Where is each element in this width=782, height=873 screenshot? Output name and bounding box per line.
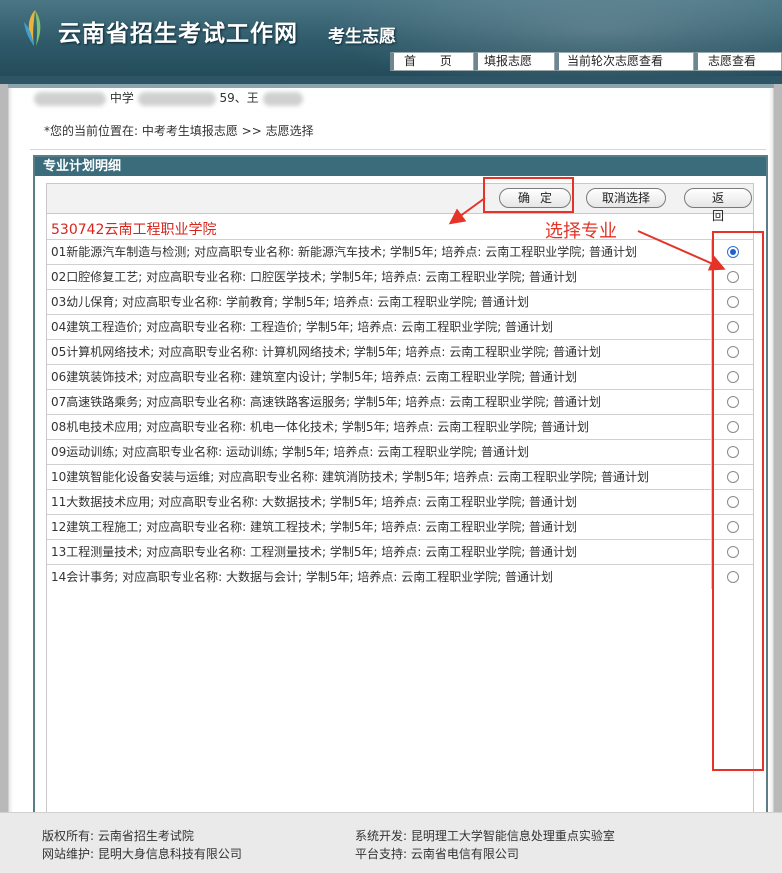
major-description: 07高速铁路乘务; 对应高职专业名称: 高速铁路客运服务; 学制5年; 培养点:… [47, 390, 712, 414]
site-title: 云南省招生考试工作网 [58, 21, 298, 47]
major-plan-table-box: 确定 取消选择 返回 530742云南工程职业学院 01新能源汽车制造与检测; … [46, 183, 754, 846]
frame-subbar [8, 84, 774, 88]
user-school-fragment: 中学 [109, 91, 134, 105]
major-description: 13工程测量技术; 对应高职专业名称: 工程测量技术; 学制5年; 培养点: 云… [47, 540, 712, 564]
site-header: 云南省招生考试工作网 考生志愿 首 页 填报志愿 当前轮次志愿查看 志愿查看 [0, 0, 782, 76]
footer-copyright: 版权所有: 云南省招生考试院 [42, 829, 194, 843]
annotation-radio-column-highlight [712, 231, 764, 771]
user-info: 中学 59、王 [34, 89, 303, 106]
page-frame: 中学 59、王 *您的当前位置在: 中考考生填报志愿 >> 志愿选择 专业计划明… [0, 76, 782, 873]
cancel-selection-button-top[interactable]: 取消选择 [586, 188, 666, 208]
nav-application-view[interactable]: 志愿查看 [694, 52, 782, 71]
button-bar-top: 确定 取消选择 返回 [47, 184, 753, 223]
nav-home[interactable]: 首 页 [390, 52, 474, 71]
major-description: 03幼儿保育; 对应高职专业名称: 学前教育; 学制5年; 培养点: 云南工程职… [47, 290, 712, 314]
panel-title: 专业计划明细 [35, 157, 766, 176]
major-row: 09运动训练; 对应高职专业名称: 运动训练; 学制5年; 培养点: 云南工程职… [47, 439, 753, 464]
major-description: 10建筑智能化设备安装与运维; 对应高职专业名称: 建筑消防技术; 学制5年; … [47, 465, 712, 489]
site-logo-icon [24, 10, 41, 46]
major-description: 01新能源汽车制造与检测; 对应高职专业名称: 新能源汽车技术; 学制5年; 培… [47, 240, 712, 264]
major-row: 05计算机网络技术; 对应高职专业名称: 计算机网络技术; 学制5年; 培养点:… [47, 339, 753, 364]
major-description: 04建筑工程造价; 对应高职专业名称: 工程造价; 学制5年; 培养点: 云南工… [47, 315, 712, 339]
major-row: 02口腔修复工艺; 对应高职专业名称: 口腔医学技术; 学制5年; 培养点: 云… [47, 264, 753, 289]
divider [30, 149, 766, 150]
major-row: 13工程测量技术; 对应高职专业名称: 工程测量技术; 学制5年; 培养点: 云… [47, 539, 753, 564]
major-description: 02口腔修复工艺; 对应高职专业名称: 口腔医学技术; 学制5年; 培养点: 云… [47, 265, 712, 289]
redacted-id [137, 91, 216, 106]
annotation-label: 选择专业 [545, 221, 617, 242]
frame-topbar [0, 76, 782, 84]
major-row: 01新能源汽车制造与检测; 对应高职专业名称: 新能源汽车技术; 学制5年; 培… [47, 239, 753, 264]
nav-current-round-view[interactable]: 当前轮次志愿查看 [555, 52, 694, 71]
major-description: 08机电技术应用; 对应高职专业名称: 机电一体化技术; 学制5年; 培养点: … [47, 415, 712, 439]
major-description: 11大数据技术应用; 对应高职专业名称: 大数据技术; 学制5年; 培养点: 云… [47, 490, 712, 514]
major-row: 10建筑智能化设备安装与运维; 对应高职专业名称: 建筑消防技术; 学制5年; … [47, 464, 753, 489]
footer-developer: 系统开发: 昆明理工大学智能信息处理重点实验室 [355, 829, 615, 843]
site-subtitle: 考生志愿 [328, 27, 396, 47]
nav-fill-application[interactable]: 填报志愿 [474, 52, 555, 71]
major-row: 07高速铁路乘务; 对应高职专业名称: 高速铁路客运服务; 学制5年; 培养点:… [47, 389, 753, 414]
site-footer: 版权所有: 云南省招生考试院 网站维护: 昆明大身信息科技有限公司 系统开发: … [0, 812, 782, 873]
annotation-confirm-highlight [483, 177, 574, 213]
major-row: 12建筑工程施工; 对应高职专业名称: 建筑工程技术; 学制5年; 培养点: 云… [47, 514, 753, 539]
major-description: 12建筑工程施工; 对应高职专业名称: 建筑工程技术; 学制5年; 培养点: 云… [47, 515, 712, 539]
top-nav: 首 页 填报志愿 当前轮次志愿查看 志愿查看 [390, 52, 782, 71]
major-list: 01新能源汽车制造与检测; 对应高职专业名称: 新能源汽车技术; 学制5年; 培… [47, 239, 753, 589]
major-plan-panel: 专业计划明细 确定 取消选择 返回 530742云南工程职业学院 01新能源汽车… [33, 155, 768, 873]
footer-platform: 平台支持: 云南省电信有限公司 [355, 847, 519, 861]
redacted-tail [262, 91, 303, 106]
major-row: 08机电技术应用; 对应高职专业名称: 机电一体化技术; 学制5年; 培养点: … [47, 414, 753, 439]
user-id-fragment: 59、王 [219, 91, 259, 105]
redacted-name [34, 91, 106, 106]
major-description: 09运动训练; 对应高职专业名称: 运动训练; 学制5年; 培养点: 云南工程职… [47, 440, 712, 464]
major-description: 06建筑装饰技术; 对应高职专业名称: 建筑室内设计; 学制5年; 培养点: 云… [47, 365, 712, 389]
major-row: 11大数据技术应用; 对应高职专业名称: 大数据技术; 学制5年; 培养点: 云… [47, 489, 753, 514]
footer-maintain: 网站维护: 昆明大身信息科技有限公司 [42, 847, 242, 861]
major-row: 06建筑装饰技术; 对应高职专业名称: 建筑室内设计; 学制5年; 培养点: 云… [47, 364, 753, 389]
major-row: 03幼儿保育; 对应高职专业名称: 学前教育; 学制5年; 培养点: 云南工程职… [47, 289, 753, 314]
major-description: 14会计事务; 对应高职专业名称: 大数据与会计; 学制5年; 培养点: 云南工… [47, 565, 712, 589]
major-description: 05计算机网络技术; 对应高职专业名称: 计算机网络技术; 学制5年; 培养点:… [47, 340, 712, 364]
school-name: 530742云南工程职业学院 [51, 222, 217, 238]
breadcrumb: *您的当前位置在: 中考考生填报志愿 >> 志愿选择 [44, 124, 314, 138]
major-row: 14会计事务; 对应高职专业名称: 大数据与会计; 学制5年; 培养点: 云南工… [47, 564, 753, 589]
back-button-top[interactable]: 返回 [684, 188, 752, 223]
major-row: 04建筑工程造价; 对应高职专业名称: 工程造价; 学制5年; 培养点: 云南工… [47, 314, 753, 339]
